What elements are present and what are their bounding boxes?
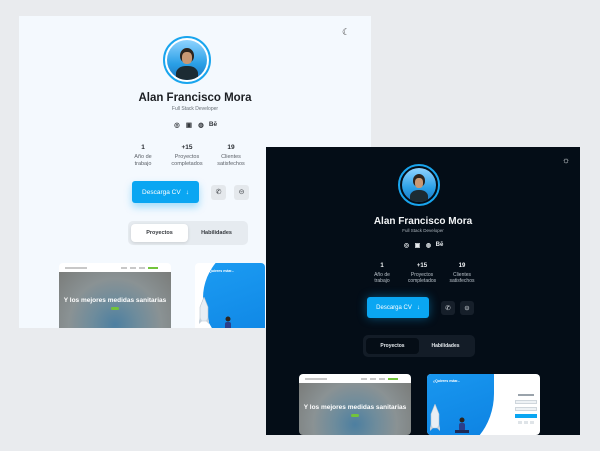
stat-years: 1 Año de trabajo bbox=[121, 144, 165, 168]
thumbnail-label: ¿Quieres estar... bbox=[207, 269, 235, 273]
login-form-preview bbox=[515, 394, 537, 430]
download-icon: ↓ bbox=[416, 304, 420, 311]
behance-icon[interactable]: Bē bbox=[207, 120, 219, 129]
thumbnail-navbar bbox=[299, 374, 411, 383]
stat-value: +15 bbox=[416, 263, 428, 269]
stat-label: Año de bbox=[134, 154, 152, 160]
light-mode-toggle[interactable]: ☼ bbox=[560, 154, 572, 166]
project-card-curve[interactable]: ¿Quieres estar... bbox=[427, 374, 540, 435]
stat-label: Proyectos bbox=[174, 154, 200, 160]
stat-label: completados bbox=[407, 278, 437, 285]
stats: 1 Año de trabajo +15 Proyectos completad… bbox=[121, 144, 253, 168]
download-icon: ↓ bbox=[185, 188, 189, 196]
dark-theme-preview: ☼ Alan Francisco Mora Full Stack Develop… bbox=[266, 147, 580, 435]
stat-value: 19 bbox=[227, 144, 235, 151]
cta-row: Descarga CV ↓ ✆ ⊝ bbox=[132, 181, 249, 203]
dark-mode-toggle[interactable]: ☾ bbox=[340, 26, 352, 38]
download-cv-button[interactable]: Descarga CV ↓ bbox=[132, 181, 199, 203]
stat-projects: +15 Proyectos completados bbox=[402, 263, 442, 285]
stat-value: +15 bbox=[181, 144, 193, 151]
stat-value: 1 bbox=[380, 263, 384, 269]
stat-label: completados bbox=[171, 160, 203, 167]
stat-label: satisfechos bbox=[217, 160, 245, 167]
whatsapp-button[interactable]: ✆ bbox=[441, 300, 455, 315]
messenger-icon: ⊝ bbox=[464, 304, 470, 312]
avatar-photo bbox=[402, 168, 436, 202]
whatsapp-button[interactable]: ✆ bbox=[211, 184, 226, 200]
linkedin-icon[interactable]: ▣ bbox=[412, 241, 423, 249]
profile-role: Full Stack Developer bbox=[402, 228, 444, 233]
moon-icon: ☾ bbox=[341, 26, 351, 37]
project-card-health[interactable]: Y los mejores medidas sanitarias bbox=[59, 263, 171, 328]
whatsapp-icon: ✆ bbox=[445, 304, 451, 312]
profile-name: Alan Francisco Mora bbox=[138, 92, 252, 104]
thumbnail-title: Y los mejores medidas sanitarias bbox=[303, 404, 407, 411]
section-tabs: Proyectos Habilidades bbox=[363, 335, 475, 357]
stats: 1 Año de trabajo +15 Proyectos completad… bbox=[362, 263, 482, 285]
profile-role: Full Stack Developer bbox=[171, 106, 219, 112]
messenger-icon: ⊝ bbox=[238, 189, 245, 196]
rocket-icon bbox=[199, 297, 209, 324]
thumbnail-title: Y los mejores medidas sanitarias bbox=[63, 297, 167, 304]
thumbnail-navbar bbox=[59, 263, 171, 272]
project-card-health[interactable]: Y los mejores medidas sanitarias bbox=[299, 374, 411, 435]
section-tabs: Proyectos Habilidades bbox=[128, 221, 248, 245]
rocket-icon bbox=[430, 404, 440, 431]
tab-habilidades[interactable]: Habilidades bbox=[419, 338, 472, 354]
social-links: ◎ ▣ ◍ Bē bbox=[266, 241, 580, 249]
profile-name: Alan Francisco Mora bbox=[373, 216, 473, 227]
messenger-button[interactable]: ⊝ bbox=[460, 300, 474, 315]
tab-proyectos[interactable]: Proyectos bbox=[131, 224, 188, 242]
stat-clients: 19 Clientes satisfechos bbox=[209, 144, 253, 168]
behance-icon[interactable]: Bē bbox=[434, 241, 445, 249]
tab-habilidades[interactable]: Habilidades bbox=[188, 224, 245, 242]
thumbnail-label: ¿Quieres estar... bbox=[433, 379, 461, 383]
cta-row: Descarga CV ↓ ✆ ⊝ bbox=[367, 297, 474, 318]
download-cv-button[interactable]: Descarga CV ↓ bbox=[367, 297, 429, 318]
stat-label: satisfechos bbox=[449, 278, 475, 285]
whatsapp-icon: ✆ bbox=[215, 189, 222, 196]
avatar bbox=[163, 36, 211, 84]
stat-label: trabajo bbox=[374, 278, 390, 285]
github-icon[interactable]: ◍ bbox=[423, 241, 434, 249]
stat-value: 19 bbox=[458, 263, 466, 269]
download-cv-label: Descarga CV bbox=[376, 304, 412, 311]
stat-value: 1 bbox=[141, 144, 145, 151]
stat-label: Clientes bbox=[221, 154, 241, 160]
avatar-photo bbox=[167, 40, 207, 80]
instagram-icon[interactable]: ◎ bbox=[401, 241, 412, 249]
stat-years: 1 Año de trabajo bbox=[362, 263, 402, 285]
download-cv-label: Descarga CV bbox=[142, 188, 181, 196]
sun-icon: ☼ bbox=[561, 155, 571, 165]
linkedin-icon[interactable]: ▣ bbox=[183, 120, 195, 129]
project-card-curve[interactable]: ¿Quieres estar... bbox=[195, 263, 265, 328]
social-links: ◎ ▣ ◍ Bē bbox=[19, 120, 371, 129]
stat-clients: 19 Clientes satisfechos bbox=[442, 263, 482, 285]
instagram-icon[interactable]: ◎ bbox=[171, 120, 183, 129]
github-icon[interactable]: ◍ bbox=[195, 120, 207, 129]
person-illustration bbox=[455, 417, 469, 433]
messenger-button[interactable]: ⊝ bbox=[234, 184, 249, 200]
stat-label: trabajo bbox=[134, 160, 152, 167]
stat-projects: +15 Proyectos completados bbox=[165, 144, 209, 168]
tab-proyectos[interactable]: Proyectos bbox=[366, 338, 419, 354]
avatar bbox=[398, 164, 440, 206]
person-illustration bbox=[225, 316, 231, 328]
